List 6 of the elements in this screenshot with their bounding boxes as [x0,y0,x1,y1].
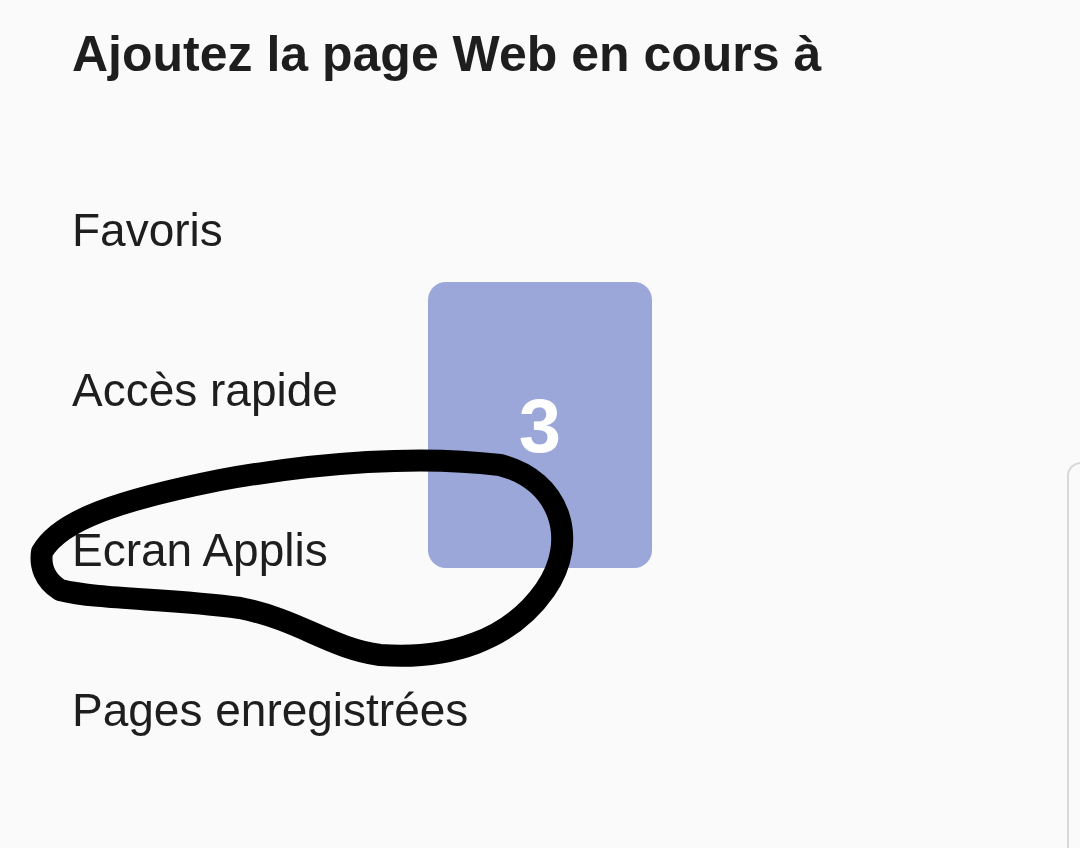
step-number-badge: 3 [428,282,652,568]
dialog-title: Ajoutez la page Web en cours à [72,25,822,84]
menu-item[interactable]: Pages enregistrées [72,682,469,738]
menu-item[interactable]: Favoris [72,202,223,258]
menu-item[interactable]: Ecran Applis [72,522,328,578]
menu-item[interactable]: Accès rapide [72,362,338,418]
